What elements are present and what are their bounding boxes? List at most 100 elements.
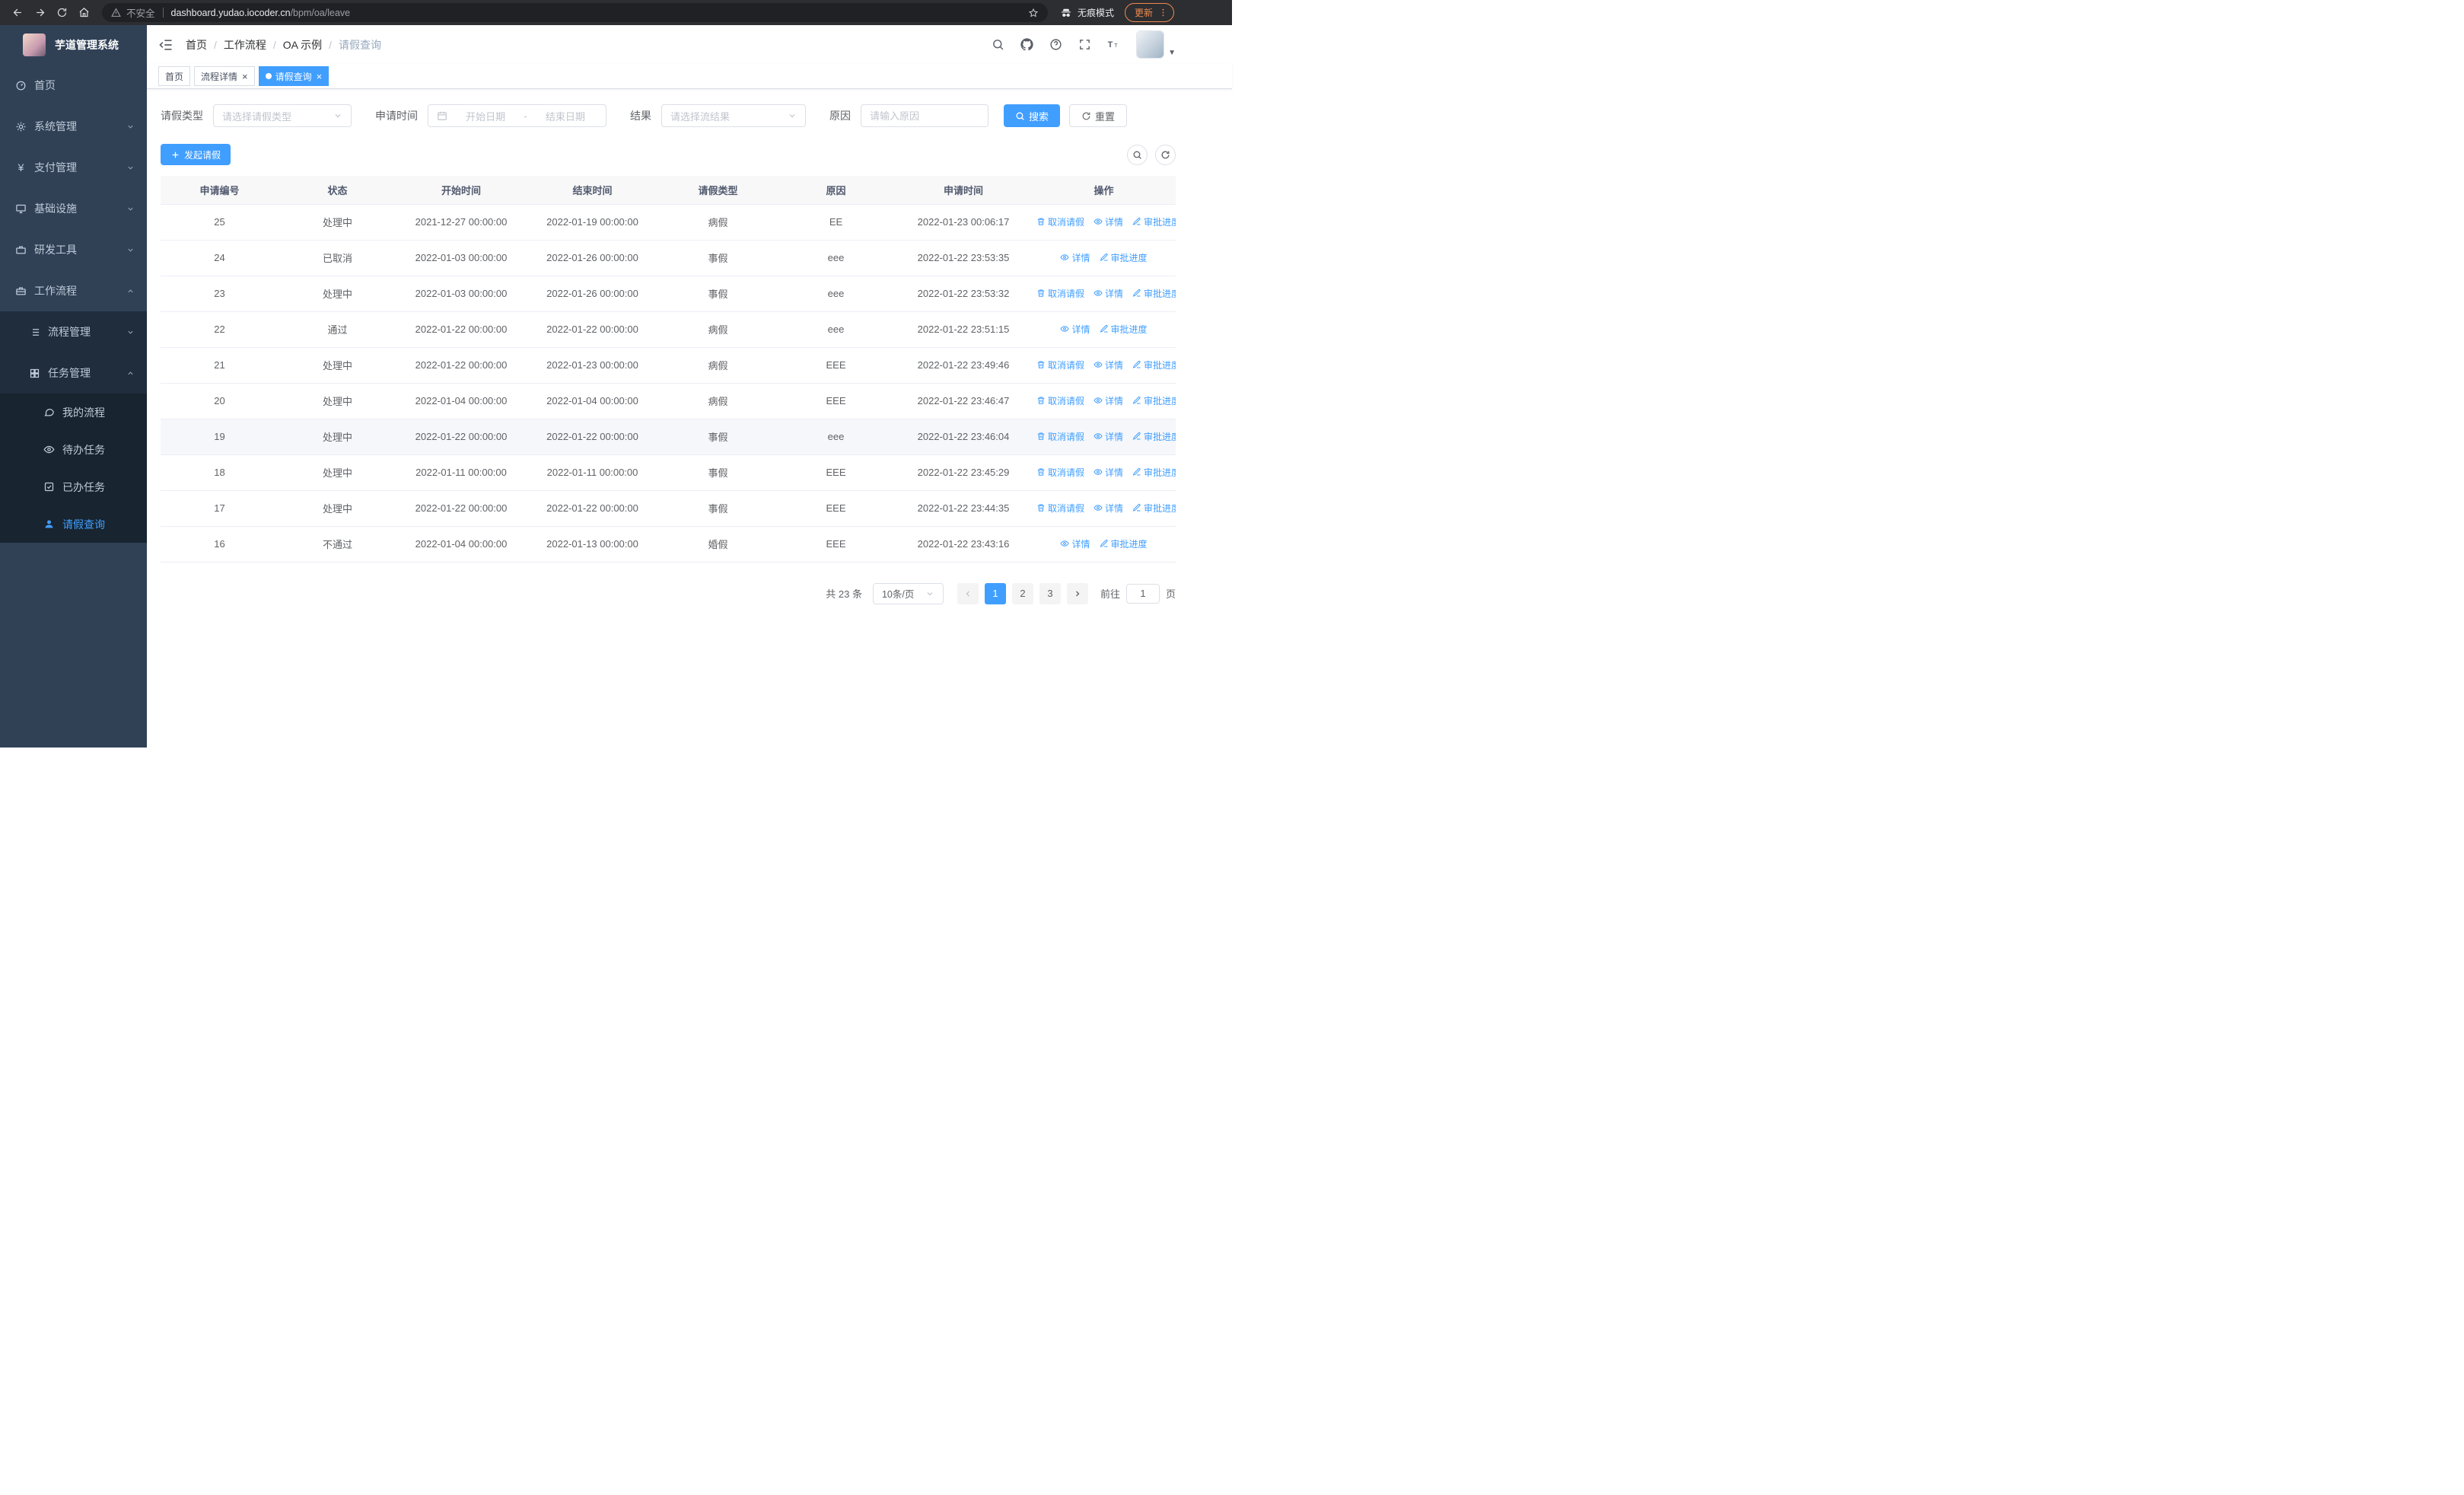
eye-icon bbox=[1060, 539, 1070, 548]
breadcrumb-item[interactable]: OA 示例 bbox=[283, 37, 322, 53]
font-size-icon[interactable]: TT bbox=[1107, 38, 1120, 51]
action-detail-link[interactable]: 详情 bbox=[1094, 466, 1123, 479]
table-row[interactable]: 22 通过 2022-01-22 00:00:00 2022-01-22 00:00:… bbox=[161, 311, 1176, 348]
action-detail-link[interactable]: 详情 bbox=[1094, 287, 1123, 300]
table-row[interactable]: 20 处理中 2022-01-04 00:00:00 2022-01-04 00:00… bbox=[161, 383, 1176, 419]
tab-leave-query[interactable]: 请假查询 × bbox=[258, 66, 329, 86]
table-row[interactable]: 21 处理中 2022-01-22 00:00:00 2022-01-23 00:00… bbox=[161, 347, 1176, 384]
action-cancel-link[interactable]: 取消请假 bbox=[1036, 502, 1084, 515]
table-row[interactable]: 23 处理中 2022-01-03 00:00:00 2022-01-26 00:00… bbox=[161, 276, 1176, 312]
table-row[interactable]: 24 已取消 2022-01-03 00:00:00 2022-01-26 00:00… bbox=[161, 240, 1176, 276]
sidebar-collapse-icon[interactable] bbox=[158, 37, 173, 53]
col-apply-time: 申请时间 bbox=[895, 176, 1032, 205]
cell-leave_type: 病假 bbox=[659, 347, 777, 384]
action-progress-link[interactable]: 审批进度 bbox=[1132, 215, 1176, 228]
browser-menu-icon[interactable] bbox=[1158, 8, 1168, 18]
page-button-1[interactable]: 1 bbox=[984, 582, 1006, 604]
prev-page-button[interactable] bbox=[957, 582, 979, 604]
search-button[interactable]: 搜索 bbox=[1004, 104, 1061, 127]
action-detail-link[interactable]: 详情 bbox=[1060, 537, 1090, 550]
sidebar-item-system-management[interactable]: 系统管理 bbox=[0, 106, 147, 147]
sidebar-item-todo-tasks[interactable]: 待办任务 bbox=[0, 431, 147, 468]
breadcrumb-item[interactable]: 工作流程 bbox=[224, 37, 266, 53]
cell-apply_time: 2022-01-23 00:06:17 bbox=[895, 204, 1032, 241]
eye-icon bbox=[1094, 396, 1103, 405]
sidebar-item-done-tasks[interactable]: 已办任务 bbox=[0, 468, 147, 505]
table-row[interactable]: 19 处理中 2022-01-22 00:00:00 2022-01-22 00:00… bbox=[161, 419, 1176, 455]
create-leave-button[interactable]: 发起请假 bbox=[161, 144, 231, 165]
action-progress-link[interactable]: 审批进度 bbox=[1100, 537, 1148, 550]
cell-no: 20 bbox=[161, 383, 279, 419]
browser-home-button[interactable] bbox=[74, 2, 94, 23]
user-menu[interactable]: ▼ bbox=[1136, 30, 1176, 59]
browser-refresh-button[interactable] bbox=[52, 2, 72, 23]
browser-forward-button[interactable] bbox=[30, 2, 50, 23]
url-bar[interactable]: 不安全 dashboard.yudao.iocoder.cn/bpm/oa/le… bbox=[102, 3, 1048, 22]
table-row[interactable]: 18 处理中 2022-01-11 00:00:00 2022-01-11 00:00… bbox=[161, 454, 1176, 491]
breadcrumb-item[interactable]: 首页 bbox=[186, 37, 207, 53]
table-row[interactable]: 25 处理中 2021-12-27 00:00:00 2022-01-19 00:00… bbox=[161, 204, 1176, 241]
browser-update-button[interactable]: 更新 bbox=[1125, 3, 1175, 22]
action-progress-link[interactable]: 审批进度 bbox=[1132, 430, 1176, 443]
sidebar-item-my-process[interactable]: 我的流程 bbox=[0, 394, 147, 431]
next-page-button[interactable] bbox=[1066, 582, 1088, 604]
cell-reason: EE bbox=[777, 204, 895, 241]
action-cancel-link[interactable]: 取消请假 bbox=[1036, 287, 1084, 300]
action-cancel-link[interactable]: 取消请假 bbox=[1036, 394, 1084, 407]
sidebar-item-home[interactable]: 首页 bbox=[0, 65, 147, 106]
sidebar-item-leave-query[interactable]: 请假查询 bbox=[0, 505, 147, 543]
action-progress-link[interactable]: 审批进度 bbox=[1100, 251, 1148, 264]
leave-type-select[interactable]: 请选择请假类型 bbox=[213, 104, 352, 127]
sidebar-item-process-management[interactable]: 流程管理 bbox=[0, 311, 147, 352]
action-detail-link[interactable]: 详情 bbox=[1060, 323, 1090, 336]
action-detail-link[interactable]: 详情 bbox=[1094, 215, 1123, 228]
github-icon[interactable] bbox=[1020, 38, 1033, 51]
result-select[interactable]: 请选择流结果 bbox=[661, 104, 806, 127]
action-progress-link[interactable]: 审批进度 bbox=[1132, 466, 1176, 479]
sidebar-item-infrastructure[interactable]: 基础设施 bbox=[0, 188, 147, 229]
cell-apply_time: 2022-01-22 23:49:46 bbox=[895, 347, 1032, 384]
apply-time-range-picker[interactable]: 开始日期 - 结束日期 bbox=[428, 104, 606, 127]
action-detail-link[interactable]: 详情 bbox=[1094, 359, 1123, 371]
action-progress-link[interactable]: 审批进度 bbox=[1132, 359, 1176, 371]
action-label: 审批进度 bbox=[1144, 395, 1176, 406]
sidebar-item-task-management[interactable]: 任务管理 bbox=[0, 352, 147, 394]
action-cancel-link[interactable]: 取消请假 bbox=[1036, 466, 1084, 479]
sidebar-item-workflow[interactable]: 工作流程 bbox=[0, 270, 147, 311]
reset-button[interactable]: 重置 bbox=[1069, 104, 1128, 127]
page-button-3[interactable]: 3 bbox=[1039, 582, 1061, 604]
action-detail-link[interactable]: 详情 bbox=[1094, 430, 1123, 443]
sidebar-item-dev-tools[interactable]: 研发工具 bbox=[0, 229, 147, 270]
action-progress-link[interactable]: 审批进度 bbox=[1132, 394, 1176, 407]
action-detail-link[interactable]: 详情 bbox=[1060, 251, 1090, 264]
close-icon[interactable]: × bbox=[242, 72, 248, 81]
reason-input[interactable] bbox=[861, 104, 988, 127]
action-cancel-link[interactable]: 取消请假 bbox=[1036, 359, 1084, 371]
table-row[interactable]: 16 不通过 2022-01-04 00:00:00 2022-01-13 00:00… bbox=[161, 526, 1176, 563]
help-icon[interactable] bbox=[1049, 38, 1062, 51]
goto-page-input[interactable] bbox=[1125, 583, 1160, 604]
table-row[interactable]: 17 处理中 2022-01-22 00:00:00 2022-01-22 00:00… bbox=[161, 490, 1176, 527]
action-cancel-link[interactable]: 取消请假 bbox=[1036, 430, 1084, 443]
action-progress-link[interactable]: 审批进度 bbox=[1100, 323, 1148, 336]
cell-leave_type: 事假 bbox=[659, 419, 777, 455]
top-header: 首页 / 工作流程 / OA 示例 / 请假查询 TT ▼ bbox=[147, 25, 1232, 64]
action-detail-link[interactable]: 详情 bbox=[1094, 502, 1123, 515]
bookmark-star-icon[interactable] bbox=[1028, 8, 1039, 18]
refresh-table-button[interactable] bbox=[1155, 144, 1176, 165]
page-button-2[interactable]: 2 bbox=[1011, 582, 1033, 604]
action-cancel-link[interactable]: 取消请假 bbox=[1036, 215, 1084, 228]
header-search-icon[interactable] bbox=[992, 38, 1004, 51]
fullscreen-icon[interactable] bbox=[1078, 38, 1091, 51]
action-progress-link[interactable]: 审批进度 bbox=[1132, 502, 1176, 515]
action-label: 详情 bbox=[1071, 252, 1090, 263]
tab-process-detail[interactable]: 流程详情 × bbox=[194, 66, 255, 86]
tab-home[interactable]: 首页 bbox=[158, 66, 191, 86]
action-detail-link[interactable]: 详情 bbox=[1094, 394, 1123, 407]
sidebar-item-payment-management[interactable]: ¥ 支付管理 bbox=[0, 147, 147, 188]
toggle-search-button[interactable] bbox=[1127, 144, 1148, 165]
browser-back-button[interactable] bbox=[8, 2, 28, 23]
action-progress-link[interactable]: 审批进度 bbox=[1132, 287, 1176, 300]
page-size-select[interactable]: 10条/页 bbox=[872, 582, 944, 604]
close-icon[interactable]: × bbox=[317, 72, 323, 81]
